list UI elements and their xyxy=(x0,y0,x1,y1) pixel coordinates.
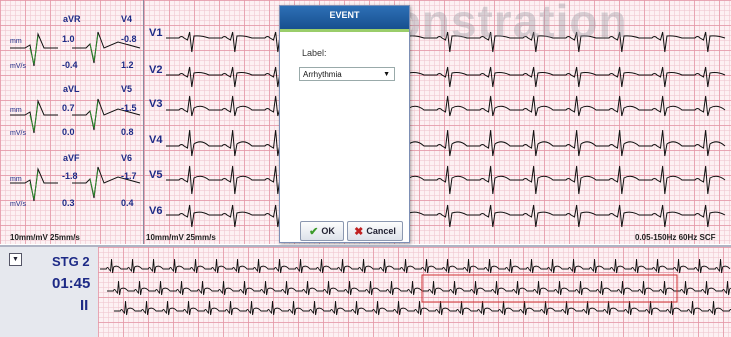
v5-value: -1.5 xyxy=(121,103,137,113)
main-scale-label: 10mm/mV 25mm/s xyxy=(146,233,216,242)
lead-label-avl: aVL xyxy=(63,84,80,94)
lead-label-v5: V5 xyxy=(149,169,163,181)
avr-value2: -0.4 xyxy=(62,60,78,70)
avf-value2: 0.3 xyxy=(62,198,75,208)
lead-trace xyxy=(166,204,726,228)
lead-label-v4: V4 xyxy=(121,14,133,24)
unit-mm: mm xyxy=(10,176,22,183)
avf-value: -1.8 xyxy=(62,171,78,181)
avl-value: 0.7 xyxy=(62,103,75,113)
lead-trace xyxy=(166,129,726,157)
lead-label-avr: aVR xyxy=(63,14,81,24)
dialog-title: EVENT xyxy=(280,6,409,32)
lead-label-v2: V2 xyxy=(149,64,163,76)
cancel-button[interactable]: ✖ Cancel xyxy=(347,221,403,241)
lead-trace xyxy=(166,66,726,88)
cancel-button-label: Cancel xyxy=(366,226,396,236)
v4-value: -0.8 xyxy=(121,34,137,44)
rhythm-trace xyxy=(107,280,731,296)
v5-value2: 0.8 xyxy=(121,127,134,137)
elapsed-time: 01:45 xyxy=(52,275,91,292)
lead-label-v4: V4 xyxy=(149,134,163,146)
v6-value2: 0.4 xyxy=(121,198,134,208)
unit-mm: mm xyxy=(10,107,22,114)
ok-button[interactable]: ✔ OK xyxy=(300,221,344,241)
lead-trace xyxy=(166,95,726,117)
event-label-select[interactable]: Arrhythmia ▼ xyxy=(299,67,395,81)
rhythm-trace xyxy=(100,258,731,274)
label-field-caption: Label: xyxy=(302,48,327,58)
averaged-beats-panel: aVR V4 1.0 -0.8 mm mV/s -0.4 1.2 aVL V5 … xyxy=(0,0,144,244)
event-dialog: EVENT Label: Arrhythmia ▼ ✔ OK ✖ Cancel xyxy=(279,5,410,243)
left-scale-label: 10mm/mV 25mm/s xyxy=(10,233,80,242)
unit-mvs: mV/s xyxy=(10,201,26,208)
rhythm-trace xyxy=(114,300,731,316)
unit-mvs: mV/s xyxy=(10,63,26,70)
avr-value: 1.0 xyxy=(62,34,75,44)
lead-label-v6: V6 xyxy=(149,205,163,217)
filter-settings-label: 0.05-150Hz 60Hz SCF xyxy=(635,233,716,242)
avl-value2: 0.0 xyxy=(62,127,75,137)
v4-value2: 1.2 xyxy=(121,60,134,70)
collapse-toggle-button[interactable]: ▼ xyxy=(9,253,22,266)
lead-label-v6: V6 xyxy=(121,153,133,163)
dropdown-arrow-icon[interactable]: ▼ xyxy=(383,68,390,82)
ok-button-label: OK xyxy=(321,226,335,236)
lead-label-v5: V5 xyxy=(121,84,133,94)
close-icon: ✖ xyxy=(354,225,364,238)
v6-value: -1.7 xyxy=(121,171,137,181)
lead-label-v1: V1 xyxy=(149,27,163,39)
stage-label: STG 2 xyxy=(52,254,90,269)
checkmark-icon: ✔ xyxy=(309,225,319,238)
lead-trace xyxy=(166,165,726,195)
event-label-value: Arrhythmia xyxy=(303,70,342,79)
rhythm-traces[interactable] xyxy=(0,247,731,337)
rhythm-lead-label: II xyxy=(80,297,89,314)
unit-mvs: mV/s xyxy=(10,130,26,137)
lead-label-avf: aVF xyxy=(63,153,80,163)
rhythm-strip-panel: ▼ STG 2 01:45 II xyxy=(0,245,731,337)
lead-label-v3: V3 xyxy=(149,98,163,110)
unit-mm: mm xyxy=(10,38,22,45)
